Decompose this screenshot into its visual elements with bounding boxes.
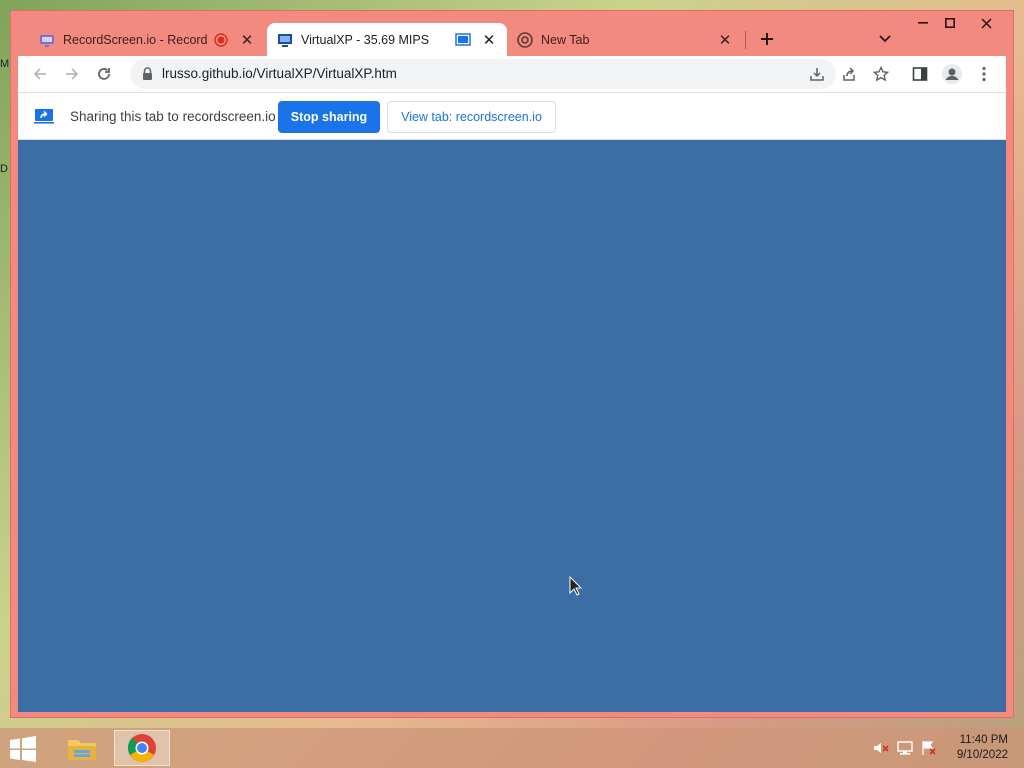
tab-strip: RecordScreen.io - Record yo ✕ VirtualXP …: [11, 11, 1013, 57]
maximize-button[interactable]: [936, 13, 964, 33]
network-icon[interactable]: [897, 740, 913, 756]
reload-button[interactable]: [92, 62, 116, 86]
tab-title: New Tab: [541, 33, 590, 47]
side-panel-button[interactable]: [908, 62, 932, 86]
file-explorer-icon[interactable]: [54, 730, 110, 766]
desktop-edge-text: D: [0, 163, 8, 175]
back-button[interactable]: [28, 62, 52, 86]
minimize-button[interactable]: [909, 13, 937, 33]
tab-title: RecordScreen.io - Record yo: [63, 33, 209, 47]
view-tab-button[interactable]: View tab: recordscreen.io: [387, 101, 556, 133]
taskbar: 11:40 PM 9/10/2022: [0, 728, 1024, 768]
tab-sharing-infobar: Sharing this tab to recordscreen.io Stop…: [18, 92, 1006, 140]
tab-recordscreen[interactable]: RecordScreen.io - Record yo ✕: [29, 23, 265, 57]
close-window-button[interactable]: [972, 13, 1000, 33]
volume-muted-icon[interactable]: [873, 740, 889, 756]
close-tab-icon[interactable]: ✕: [481, 32, 497, 49]
chrome-icon[interactable]: [114, 730, 170, 766]
url-text[interactable]: lrusso.github.io/VirtualXP/VirtualXP.htm: [162, 66, 397, 81]
browser-toolbar: lrusso.github.io/VirtualXP/VirtualXP.htm: [18, 56, 1006, 92]
profile-avatar[interactable]: [940, 62, 964, 86]
close-tab-icon[interactable]: ✕: [239, 32, 255, 49]
more-menu-icon[interactable]: [972, 62, 996, 86]
address-bar[interactable]: lrusso.github.io/VirtualXP/VirtualXP.htm: [130, 59, 889, 89]
lock-icon[interactable]: [142, 67, 154, 81]
tab-title: VirtualXP - 35.69 MIPS: [301, 33, 430, 47]
action-center-flag-icon[interactable]: [921, 740, 937, 756]
sharing-message: Sharing this tab to recordscreen.io: [70, 109, 276, 124]
system-clock[interactable]: 11:40 PM 9/10/2022: [957, 733, 1008, 763]
recordscreen-icon: [39, 32, 55, 48]
desktop-edge-text: M: [0, 58, 10, 70]
page-content[interactable]: [18, 140, 1006, 712]
browser-window: RecordScreen.io - Record yo ✕ VirtualXP …: [10, 10, 1014, 718]
forward-button[interactable]: [60, 62, 84, 86]
tab-virtualxp[interactable]: VirtualXP - 35.69 MIPS ✕: [267, 23, 507, 57]
clock-date: 9/10/2022: [956, 749, 1008, 761]
install-app-icon[interactable]: [806, 63, 828, 85]
screen-share-icon: [34, 108, 54, 124]
clock-time: 11:40 PM: [959, 734, 1008, 746]
close-tab-icon[interactable]: ✕: [717, 32, 733, 49]
tab-casting-icon: [455, 32, 471, 48]
bookmark-star-icon[interactable]: [870, 63, 892, 85]
stop-sharing-button[interactable]: Stop sharing: [278, 101, 380, 133]
chrome-icon: [517, 32, 533, 48]
tab-new-tab[interactable]: New Tab ✕: [507, 23, 743, 57]
mouse-cursor-icon: [569, 575, 583, 596]
new-tab-button[interactable]: [755, 27, 779, 51]
tab-separator: [745, 31, 746, 49]
share-icon[interactable]: [838, 63, 860, 85]
start-button[interactable]: [6, 734, 40, 764]
recording-indicator-icon: [213, 32, 229, 48]
tab-search-button[interactable]: [873, 27, 897, 51]
virtualxp-icon: [277, 32, 293, 48]
